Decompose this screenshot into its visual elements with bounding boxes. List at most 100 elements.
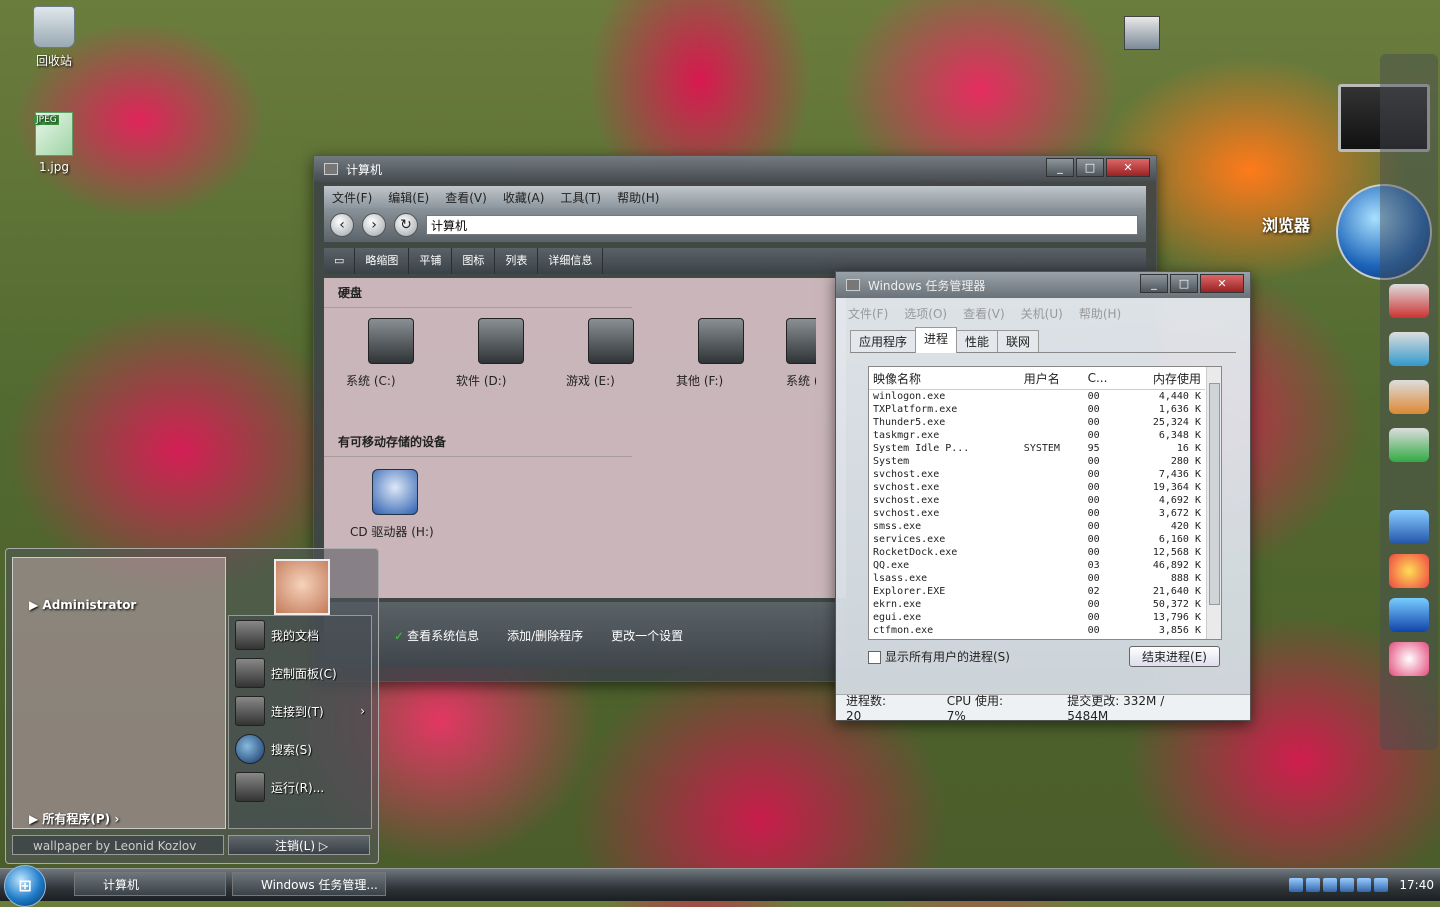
taskbar-button-taskmgr[interactable]: Windows 任务管理... <box>232 872 386 896</box>
all-programs[interactable]: ▶ 所有程序(P) › <box>29 810 119 827</box>
drive-icon[interactable] <box>1389 332 1429 366</box>
menu-view[interactable]: 查看(V) <box>963 305 1005 322</box>
view-details-button[interactable]: 详细信息 <box>538 248 604 274</box>
start-search-box[interactable]: wallpaper by Leonid Kozlov <box>12 835 224 855</box>
close-button[interactable]: ✕ <box>1200 274 1244 293</box>
table-row[interactable]: RocketDock.exe 00 12,568 K <box>869 546 1205 559</box>
table-row[interactable]: taskmgr.exe 00 6,348 K <box>869 429 1205 442</box>
task-change-setting[interactable]: 更改一个设置 <box>611 627 697 644</box>
desktop-icon-jpeg[interactable]: JPEG 1.jpg <box>14 112 94 174</box>
drive-g[interactable]: 系统 (G <box>786 318 816 389</box>
drive-icon[interactable] <box>1389 428 1429 462</box>
drive-e[interactable]: 游戏 (E:) <box>566 318 676 389</box>
menu-favorites[interactable]: 收藏(A) <box>503 189 545 206</box>
scrollbar-thumb[interactable] <box>1209 383 1220 605</box>
drive-icon[interactable] <box>1389 284 1429 318</box>
col-memory[interactable]: 内存使用 <box>1123 367 1205 390</box>
tab-performance[interactable]: 性能 <box>956 330 999 352</box>
taskmgr-titlebar[interactable]: Windows 任务管理器 _ □ ✕ <box>836 272 1250 298</box>
tab-networking[interactable]: 联网 <box>997 330 1040 352</box>
end-process-button[interactable]: 结束进程(E) <box>1129 646 1220 667</box>
network-icon[interactable] <box>1289 878 1304 892</box>
table-row[interactable]: services.exe 00 6,160 K <box>869 533 1205 546</box>
menu-help[interactable]: 帮助(H) <box>1079 305 1121 322</box>
scrollbar[interactable] <box>1206 367 1221 639</box>
maximize-button[interactable]: □ <box>1170 274 1198 293</box>
table-row[interactable]: Thunder5.exe 00 25,324 K <box>869 416 1205 429</box>
table-row[interactable]: System Idle P... SYSTEM 95 16 K <box>869 442 1205 455</box>
table-row[interactable]: winlogon.exe 00 4,440 K <box>869 390 1205 404</box>
start-item-connect[interactable]: 连接到(T) › <box>229 692 371 730</box>
table-row[interactable]: QQ.exe 03 46,892 K <box>869 559 1205 572</box>
col-user-name[interactable]: 用户名 <box>1019 367 1084 390</box>
show-all-users-checkbox[interactable]: 显示所有用户的进程(S) <box>868 648 1010 665</box>
table-row[interactable]: svchost.exe 00 19,364 K <box>869 481 1205 494</box>
desktop-icon-recycle-bin[interactable]: 回收站 <box>14 6 94 69</box>
avatar[interactable] <box>274 559 330 615</box>
monitor-tray-icon[interactable] <box>1323 878 1338 892</box>
table-row[interactable]: svchost.exe 00 4,692 K <box>869 494 1205 507</box>
forward-icon[interactable]: › <box>362 213 386 237</box>
table-row[interactable]: smss.exe 00 420 K <box>869 520 1205 533</box>
start-item-control-panel[interactable]: 控制面板(C) <box>229 654 371 692</box>
refresh-icon[interactable]: ↻ <box>394 213 418 237</box>
penguin-icon[interactable] <box>1389 642 1429 676</box>
logoff-button[interactable]: 注销(L) ▷ <box>228 835 370 855</box>
table-row[interactable]: ekrn.exe 00 50,372 K <box>869 598 1205 611</box>
table-row[interactable]: egui.exe 00 13,796 K <box>869 611 1205 624</box>
back-icon[interactable]: ‹ <box>330 213 354 237</box>
antivirus-icon[interactable] <box>1306 878 1321 892</box>
flower-icon[interactable] <box>1389 554 1429 588</box>
start-item-documents[interactable]: 我的文档 <box>229 616 371 654</box>
clock[interactable]: 17:40 <box>1399 878 1434 892</box>
qq-tray-icon[interactable] <box>1374 878 1389 892</box>
folder-icon[interactable]: ▭ <box>324 248 356 274</box>
task-system-info[interactable]: ✓ 查看系统信息 <box>394 627 493 644</box>
minimize-button[interactable]: _ <box>1046 158 1074 177</box>
table-row[interactable]: TXPlatform.exe 00 1,636 K <box>869 403 1205 416</box>
table-row[interactable]: System 00 280 K <box>869 455 1205 468</box>
tab-applications[interactable]: 应用程序 <box>850 330 917 352</box>
taskbar-button-explorer[interactable]: 计算机 <box>74 872 226 896</box>
view-icons-button[interactable]: 图标 <box>452 248 496 274</box>
menu-file[interactable]: 文件(F) <box>848 305 888 322</box>
drive-icon[interactable] <box>1389 380 1429 414</box>
view-list-button[interactable]: 列表 <box>495 248 539 274</box>
start-button[interactable]: ⊞ <box>4 865 46 907</box>
minimize-button[interactable]: _ <box>1140 274 1168 293</box>
explorer-titlebar[interactable]: 计算机 _ □ ✕ <box>314 156 1156 182</box>
col-image-name[interactable]: 映像名称 <box>869 367 1020 390</box>
tab-processes[interactable]: 进程 <box>915 327 958 353</box>
menu-help[interactable]: 帮助(H) <box>617 189 659 206</box>
col-cpu[interactable]: C... <box>1083 367 1124 390</box>
drive-f[interactable]: 其他 (F:) <box>676 318 786 389</box>
globe-tray-icon[interactable] <box>1340 878 1355 892</box>
arrow-tray-icon[interactable] <box>1357 878 1372 892</box>
user-name[interactable]: ▶ Administrator <box>29 598 136 612</box>
menu-file[interactable]: 文件(F) <box>332 189 372 206</box>
address-input[interactable] <box>426 215 1138 235</box>
table-row[interactable]: ctfmon.exe 00 3,856 K <box>869 624 1205 637</box>
table-row[interactable]: svchost.exe 00 7,436 K <box>869 468 1205 481</box>
menu-options[interactable]: 选项(O) <box>904 305 947 322</box>
menu-tools[interactable]: 工具(T) <box>560 189 601 206</box>
view-tiles-button[interactable]: 平铺 <box>409 248 453 274</box>
task-add-remove[interactable]: 添加/删除程序 <box>507 627 597 644</box>
start-item-run[interactable]: 运行(R)... <box>229 768 371 806</box>
drive-c[interactable]: 系统 (C:) <box>346 318 456 389</box>
home-icon[interactable] <box>1124 16 1160 50</box>
table-row[interactable]: svchost.exe 00 3,672 K <box>869 507 1205 520</box>
tools-icon[interactable] <box>1389 510 1429 544</box>
download-arrow-icon[interactable] <box>1389 598 1429 632</box>
menu-edit[interactable]: 编辑(E) <box>388 189 429 206</box>
table-row[interactable]: lsass.exe 00 888 K <box>869 572 1205 585</box>
menu-shutdown[interactable]: 关机(U) <box>1021 305 1063 322</box>
menu-view[interactable]: 查看(V) <box>445 189 487 206</box>
table-row[interactable]: Explorer.EXE 02 21,640 K <box>869 585 1205 598</box>
close-button[interactable]: ✕ <box>1106 158 1150 177</box>
cd-drive[interactable]: CD 驱动器 (H:) <box>324 469 846 540</box>
view-thumbnails-button[interactable]: 略缩图 <box>355 248 410 274</box>
start-item-search[interactable]: 搜索(S) <box>229 730 371 768</box>
maximize-button[interactable]: □ <box>1076 158 1104 177</box>
drive-d[interactable]: 软件 (D:) <box>456 318 566 389</box>
